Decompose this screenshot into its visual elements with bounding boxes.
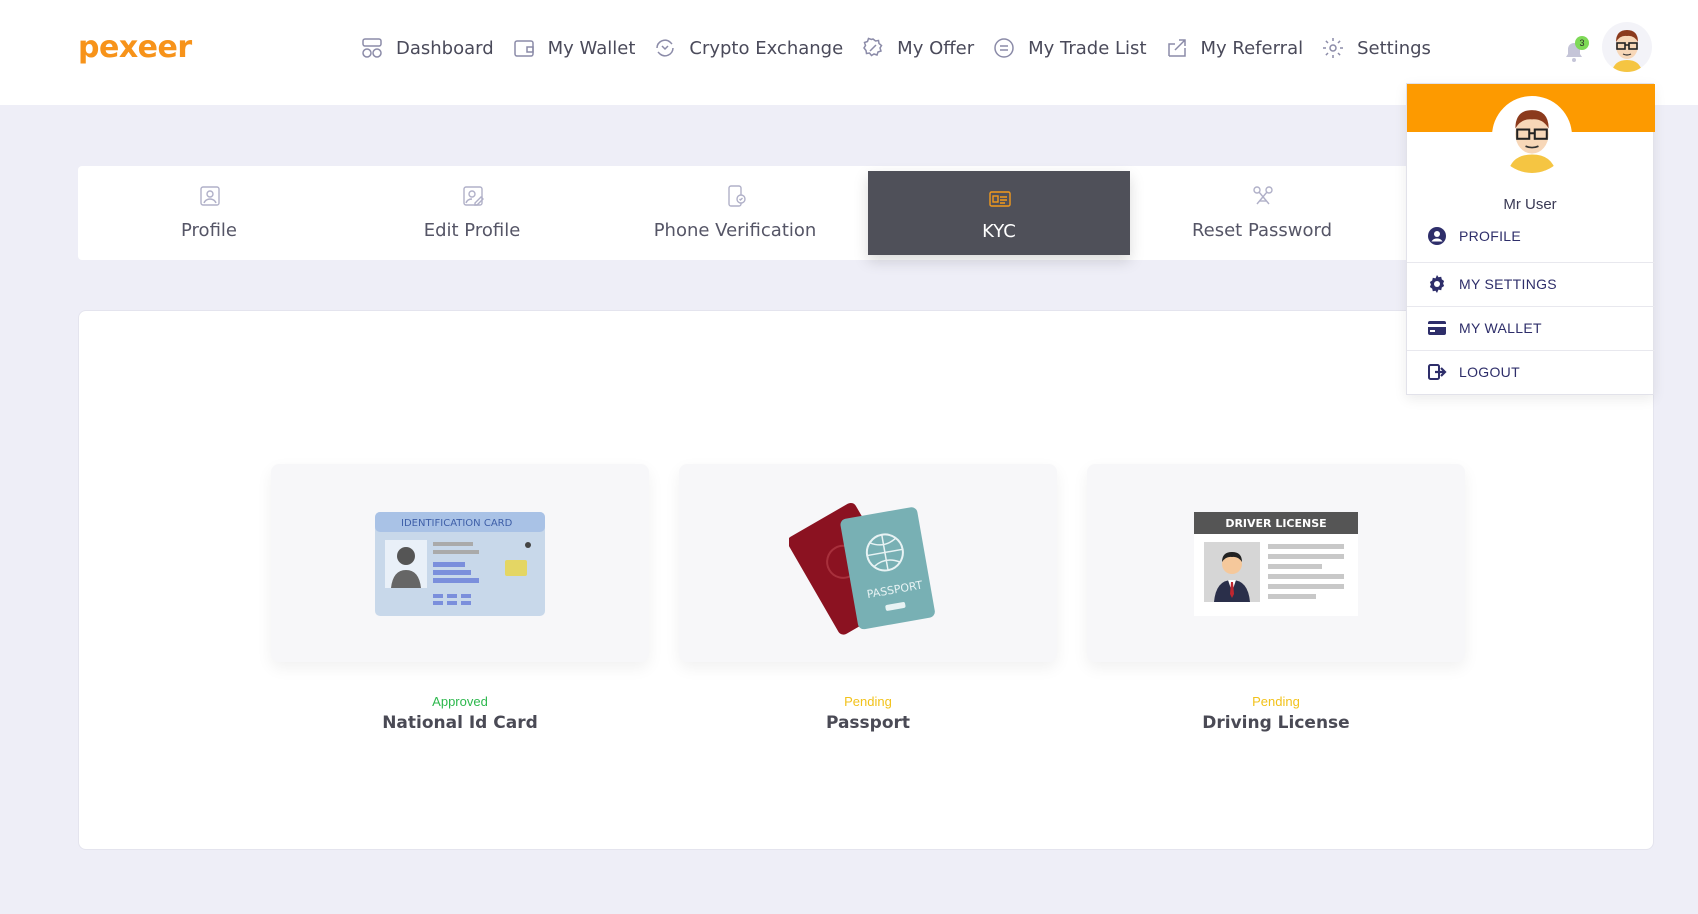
credit-card-icon <box>1428 321 1446 335</box>
user-menu-profile-label: PROFILE <box>1459 228 1522 244</box>
driver-license-illustration: DRIVER LICENSE <box>1194 512 1358 616</box>
passport-status: Pending <box>844 694 892 709</box>
offer-icon <box>863 37 883 57</box>
user-avatar-button[interactable] <box>1602 22 1652 72</box>
id-card-icon <box>989 191 1011 207</box>
driver-license-header: DRIVER LICENSE <box>1225 517 1326 530</box>
logout-icon <box>1428 364 1447 380</box>
reset-password-icon <box>1253 186 1273 205</box>
tab-edit-profile[interactable]: Edit Profile <box>341 166 603 260</box>
kyc-document-national-id: IDENTIFICATION CARD Approved National Id… <box>271 464 649 733</box>
nav-my-trade-list-label: My Trade List <box>1028 37 1147 59</box>
tab-kyc-label: KYC <box>982 221 1016 242</box>
user-menu-logout-label: LOGOUT <box>1459 364 1520 380</box>
referral-icon <box>1167 39 1186 57</box>
nav-settings[interactable]: Settings <box>1321 36 1431 60</box>
passport-title: Passport <box>825 713 911 733</box>
cog-icon <box>1429 275 1445 293</box>
user-menu-logout[interactable]: LOGOUT <box>1407 350 1655 394</box>
trade-list-icon <box>994 38 1014 58</box>
driving-license-status: Pending <box>1252 694 1300 709</box>
kyc-document-driving-license: DRIVER LICENSE Pending Driving License <box>1087 464 1465 733</box>
passport-illustration: PASSPORT <box>789 502 935 635</box>
tab-phone-verification-label: Phone Verification <box>653 220 817 241</box>
nav-my-trade-list[interactable]: My Trade List <box>992 36 1147 60</box>
user-menu-my-wallet-label: MY WALLET <box>1459 320 1542 336</box>
national-id-upload-card[interactable]: IDENTIFICATION CARD <box>271 464 649 662</box>
exchange-icon <box>656 39 675 57</box>
nav-dashboard-label: Dashboard <box>396 37 494 59</box>
nav-my-offer[interactable]: My Offer <box>861 36 974 60</box>
main-nav: Dashboard My Wallet Crypto Exchange My O… <box>360 36 1449 60</box>
tab-phone-verification[interactable]: Phone Verification <box>604 166 866 260</box>
phone-verification-icon <box>728 185 746 207</box>
avatar-icon <box>1612 30 1642 72</box>
kyc-document-passport: PASSPORT Pending Passport <box>679 464 1057 733</box>
identification-card-illustration: IDENTIFICATION CARD <box>375 512 545 616</box>
national-id-title: National Id Card <box>382 713 538 733</box>
nav-my-wallet-label: My Wallet <box>547 37 636 59</box>
id-card-title: IDENTIFICATION CARD <box>401 518 513 529</box>
pexeer-logo[interactable]: pexeer <box>78 30 192 65</box>
avatar-icon <box>1507 110 1557 173</box>
wallet-icon <box>513 40 534 57</box>
user-dropdown-menu: Mr User PROFILE MY SETTINGS MY WALLET LO… <box>1406 83 1655 395</box>
dashboard-icon <box>362 38 382 58</box>
tab-reset-password[interactable]: Reset Password <box>1131 166 1393 260</box>
nav-my-offer-label: My Offer <box>897 37 975 59</box>
user-circle-icon <box>1428 227 1446 245</box>
tab-profile[interactable]: Profile <box>78 166 340 260</box>
tab-profile-label: Profile <box>181 220 237 241</box>
nav-crypto-exchange-label: Crypto Exchange <box>689 37 844 59</box>
driving-license-upload-card[interactable]: DRIVER LICENSE <box>1087 464 1465 662</box>
user-menu-name: Mr User <box>1503 196 1557 213</box>
notification-count-badge: 3 <box>1575 36 1589 50</box>
user-menu-profile[interactable]: PROFILE <box>1407 214 1655 258</box>
user-menu-avatar <box>1492 96 1572 176</box>
nav-settings-label: Settings <box>1357 37 1431 59</box>
tab-edit-profile-label: Edit Profile <box>423 220 521 241</box>
gear-icon <box>1323 38 1344 58</box>
tab-kyc[interactable]: KYC <box>868 171 1130 255</box>
profile-icon <box>200 186 220 206</box>
nav-my-referral[interactable]: My Referral <box>1165 36 1304 60</box>
user-menu-my-settings-label: MY SETTINGS <box>1459 276 1557 292</box>
passport-upload-card[interactable]: PASSPORT <box>679 464 1057 662</box>
driving-license-title: Driving License <box>1202 713 1350 733</box>
nav-dashboard[interactable]: Dashboard <box>360 36 494 60</box>
user-menu-my-settings[interactable]: MY SETTINGS <box>1407 262 1655 306</box>
nav-my-referral-label: My Referral <box>1200 37 1304 59</box>
user-menu-my-wallet[interactable]: MY WALLET <box>1407 306 1655 350</box>
nav-crypto-exchange[interactable]: Crypto Exchange <box>653 36 843 60</box>
national-id-status: Approved <box>432 694 488 709</box>
nav-my-wallet[interactable]: My Wallet <box>512 36 636 60</box>
tab-reset-password-label: Reset Password <box>1191 220 1333 241</box>
edit-profile-icon <box>463 186 484 206</box>
